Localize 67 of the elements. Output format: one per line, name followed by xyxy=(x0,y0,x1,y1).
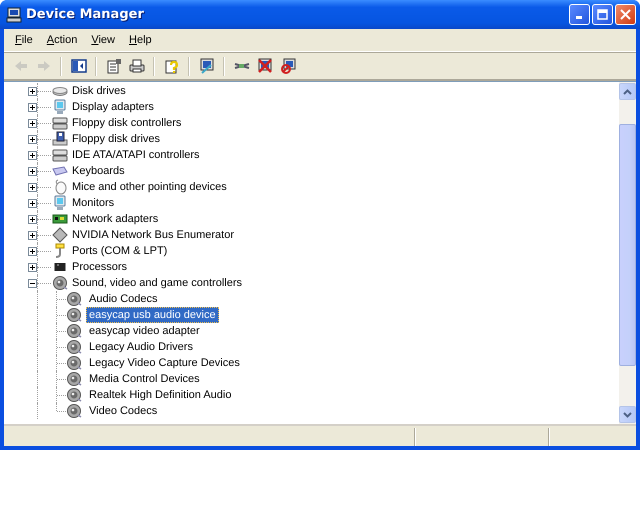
chevron-down-icon xyxy=(623,412,632,418)
expand-toggle[interactable] xyxy=(28,135,37,144)
menu-item[interactable]: View xyxy=(84,32,122,48)
expand-toggle[interactable] xyxy=(28,199,37,208)
diamond-icon xyxy=(52,227,68,243)
maximize-button[interactable] xyxy=(592,4,613,25)
tree-item[interactable]: NVIDIA Network Bus Enumerator xyxy=(69,227,238,243)
tree-item[interactable]: Floppy disk controllers xyxy=(69,115,184,131)
scroll-thumb[interactable] xyxy=(619,124,636,366)
tree-item[interactable]: Keyboards xyxy=(69,163,128,179)
expand-toggle[interactable] xyxy=(28,151,37,160)
tree-item[interactable]: Video Codecs xyxy=(86,403,160,419)
computer-forbidden-icon xyxy=(280,58,296,74)
maximize-icon xyxy=(597,9,608,20)
controller-icon xyxy=(52,115,68,131)
tree-item[interactable]: IDE ATA/ATAPI controllers xyxy=(69,147,203,163)
monitor-wand-icon xyxy=(198,58,214,74)
properties-sheet-icon xyxy=(106,58,122,74)
expand-toggle[interactable] xyxy=(28,215,37,224)
tree-item[interactable]: Monitors xyxy=(69,195,118,211)
tree-item[interactable]: Mice and other pointing devices xyxy=(69,179,230,195)
speaker-icon xyxy=(52,275,68,291)
tree-item[interactable]: Ports (COM & LPT) xyxy=(69,243,170,259)
help-icon xyxy=(164,58,180,74)
monitor-icon xyxy=(52,99,68,115)
arrow-left-icon xyxy=(12,58,28,74)
minimize-button[interactable] xyxy=(569,4,590,25)
tree-item[interactable]: Display adapters xyxy=(69,99,157,115)
tree-item[interactable]: Floppy disk drives xyxy=(69,131,164,147)
tree-item[interactable]: Legacy Video Capture Devices xyxy=(86,355,243,371)
tree-item[interactable]: Legacy Audio Drivers xyxy=(86,339,196,355)
collapse-toggle[interactable] xyxy=(28,279,37,288)
controller-icon xyxy=(52,147,68,163)
chevron-up-icon xyxy=(623,88,632,94)
expand-toggle[interactable] xyxy=(28,167,37,176)
tree-item[interactable]: Sound, video and game controllers xyxy=(69,275,245,291)
scroll-down-button[interactable] xyxy=(619,406,636,423)
expand-toggle[interactable] xyxy=(28,247,37,256)
floppy-drive-icon xyxy=(52,131,68,147)
computer-cross-icon xyxy=(256,58,272,74)
expand-toggle[interactable] xyxy=(28,119,37,128)
tree-item[interactable]: Audio Codecs xyxy=(86,291,160,307)
expand-toggle[interactable] xyxy=(28,231,37,240)
menu-item[interactable]: File xyxy=(8,32,40,48)
monitor-icon xyxy=(52,195,68,211)
arrow-right-icon xyxy=(36,58,52,74)
close-icon xyxy=(620,9,631,20)
menu-item[interactable]: Action xyxy=(40,32,84,48)
menu-item[interactable]: Help xyxy=(122,32,159,48)
expand-toggle[interactable] xyxy=(28,87,37,96)
scroll-up-button[interactable] xyxy=(619,83,636,100)
tree-item[interactable]: Disk drives xyxy=(69,83,129,99)
tree-item[interactable]: Realtek High Definition Audio xyxy=(86,387,234,403)
tree-item[interactable]: Processors xyxy=(69,259,130,275)
tree-item[interactable]: easycap video adapter xyxy=(86,323,203,339)
panel-icon xyxy=(70,58,86,74)
scrollbar[interactable] xyxy=(619,82,636,424)
tree-item[interactable]: Network adapters xyxy=(69,211,162,227)
tree-item[interactable]: easycap usb audio device xyxy=(86,307,219,323)
tree-item[interactable]: Media Control Devices xyxy=(86,371,203,387)
expand-toggle[interactable] xyxy=(28,183,37,192)
window-title: Device Manager xyxy=(26,7,145,22)
computer-icon xyxy=(6,6,22,22)
printer-icon xyxy=(128,58,144,74)
close-button[interactable] xyxy=(615,4,636,25)
expand-toggle[interactable] xyxy=(28,103,37,112)
expand-toggle[interactable] xyxy=(28,263,37,272)
